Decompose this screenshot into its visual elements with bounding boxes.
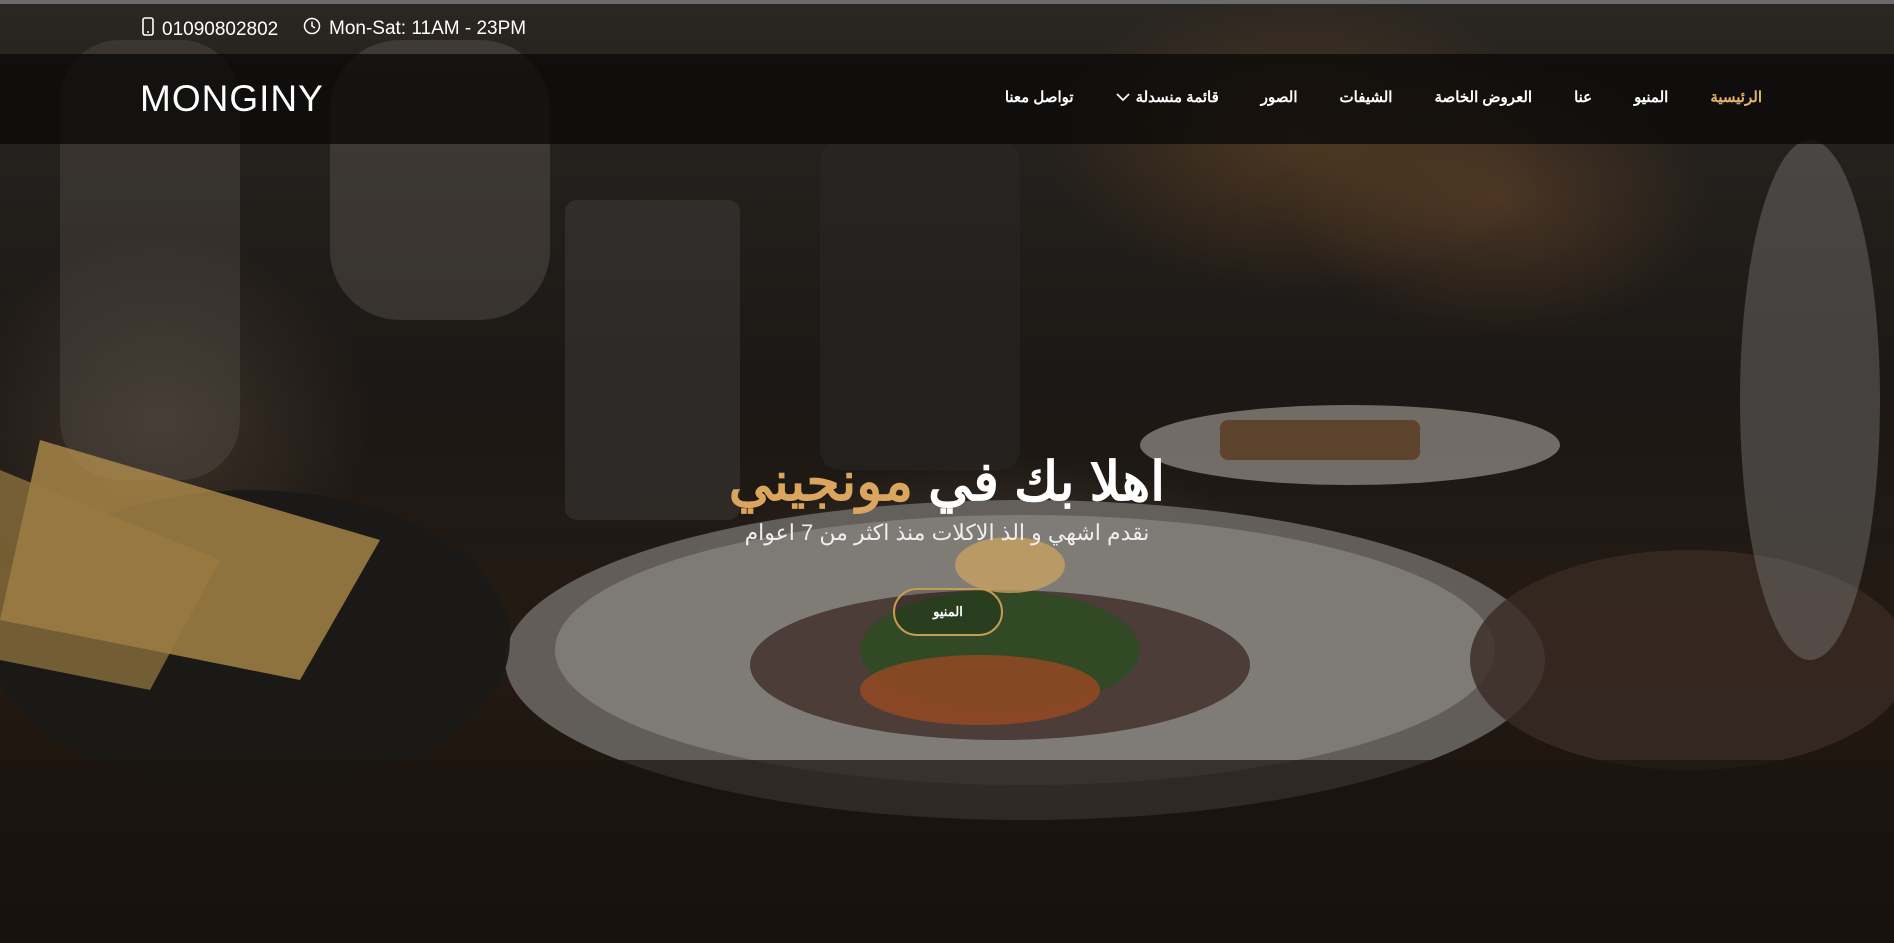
- clock-icon: [303, 17, 321, 41]
- brand-logo[interactable]: MONGINY: [140, 78, 324, 120]
- nav-item-special-offers[interactable]: العروض الخاصة: [1434, 88, 1532, 106]
- hero-title-prefix: اهلا بك في: [913, 452, 1166, 512]
- phone-number: 01090802802: [162, 18, 279, 40]
- nav-item-contact[interactable]: تواصل معنا: [1005, 88, 1074, 106]
- phone-contact[interactable]: 01090802802: [142, 17, 278, 42]
- main-navbar: MONGINY الرئيسية المنيو عنا العروض الخاص…: [0, 54, 1894, 144]
- nav-item-home[interactable]: الرئيسية: [1710, 88, 1762, 106]
- hero-title: اهلا بك في مونجيني: [0, 452, 1894, 512]
- opening-hours: Mon-Sat: 11AM - 23PM: [303, 17, 526, 41]
- menu-button[interactable]: المنيو: [893, 588, 1003, 636]
- nav-menu: الرئيسية المنيو عنا العروض الخاصة الشيفا…: [963, 88, 1762, 106]
- nav-item-dropdown[interactable]: قائمة منسدلة: [1115, 88, 1219, 106]
- nav-item-about[interactable]: عنا: [1574, 88, 1592, 106]
- contact-topbar: 01090802802 Mon-Sat: 11AM - 23PM: [0, 4, 1894, 54]
- dropdown-label: قائمة منسدلة: [1135, 89, 1219, 106]
- nav-item-menu[interactable]: المنيو: [1634, 88, 1668, 106]
- hero-subtitle: نقدم اشهي و الذ الاكلات منذ اكثر من 7 اع…: [744, 520, 1150, 545]
- hours-text: Mon-Sat: 11AM - 23PM: [329, 18, 527, 39]
- chevron-down-icon: [1115, 89, 1130, 106]
- nav-item-chefs[interactable]: الشيفات: [1340, 88, 1393, 106]
- mobile-phone-icon: [142, 17, 154, 42]
- nav-item-gallery[interactable]: الصور: [1261, 88, 1298, 106]
- hero-title-accent: مونجيني: [728, 452, 914, 512]
